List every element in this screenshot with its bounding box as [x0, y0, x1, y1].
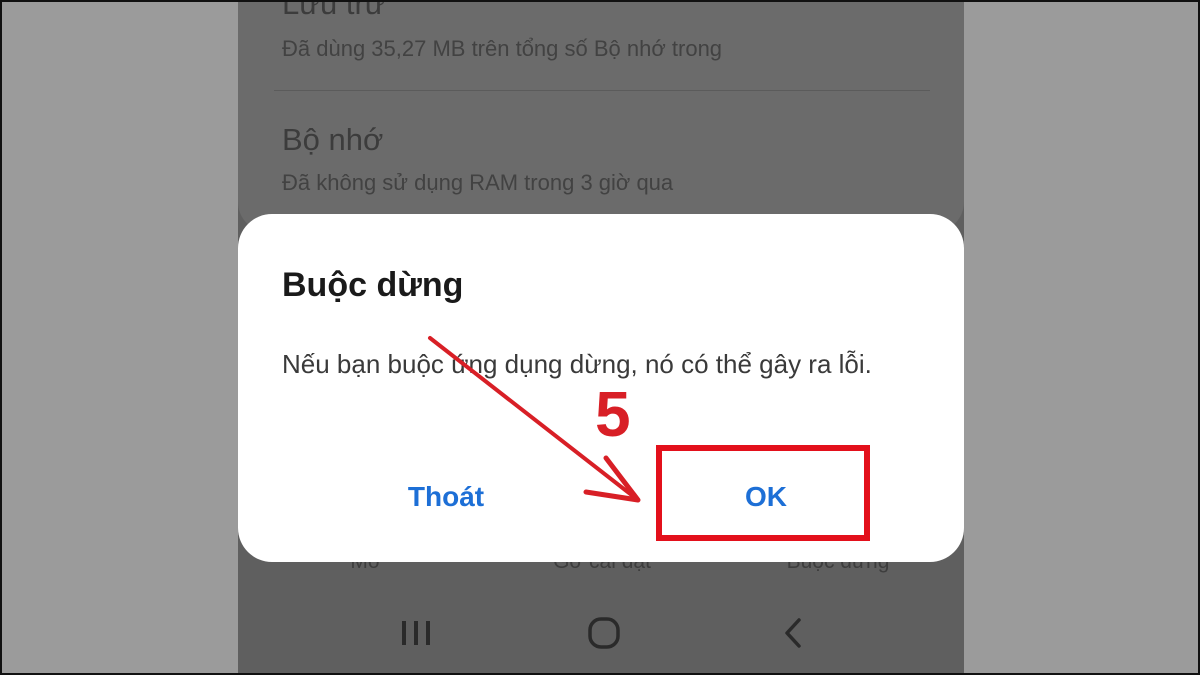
pointer-arrow-icon [428, 336, 641, 503]
screenshot-frame: Lưu trữ Đã dùng 35,27 MB trên tổng số Bộ… [0, 0, 1200, 675]
